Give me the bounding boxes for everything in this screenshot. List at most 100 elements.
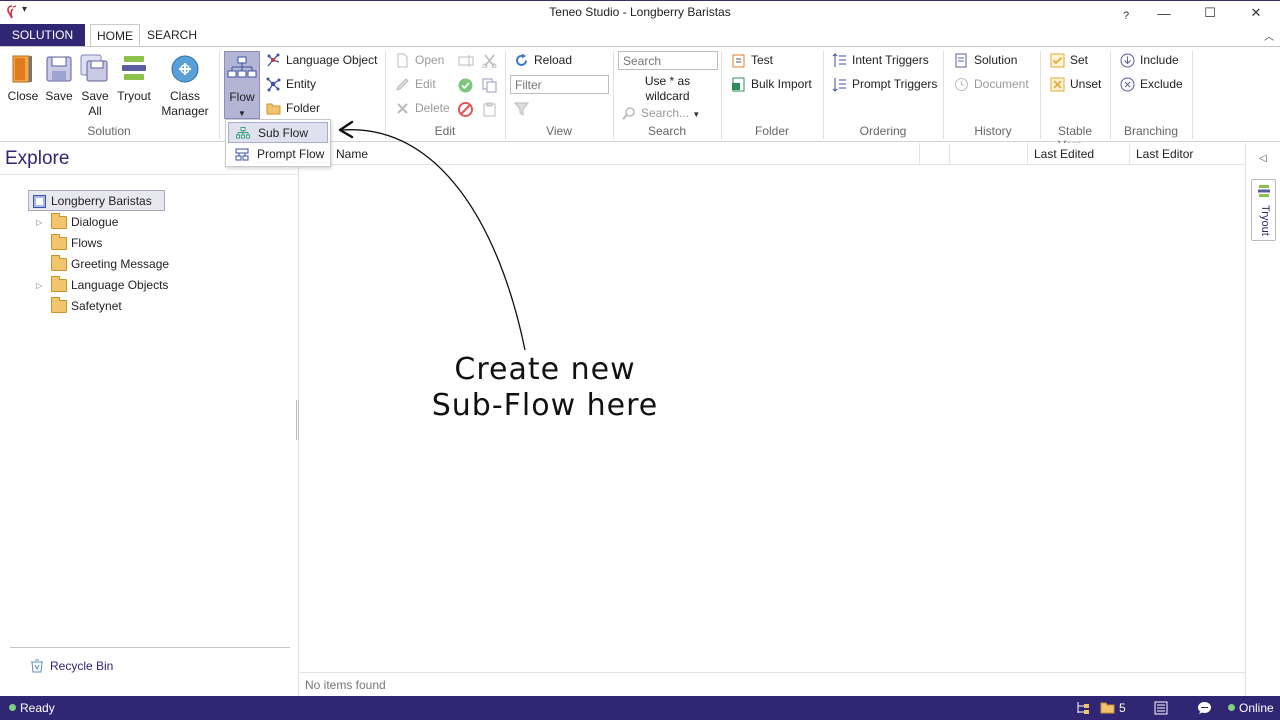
menu-item-sub-flow[interactable]: Sub Flow [228,122,328,143]
tree-item-label: Greeting Message [71,257,170,271]
bulk-import-button[interactable]: Bulk Import [731,74,812,94]
column-header-last-editor[interactable]: Last Editor [1130,143,1244,165]
expand-arrow-icon[interactable]: ▷ [36,212,42,233]
include-icon [1120,53,1135,68]
chat-icon[interactable] [1197,701,1212,715]
entity-button[interactable]: Entity [266,74,316,94]
column-header-blank-3[interactable] [950,143,1028,165]
panel-splitter[interactable] [296,400,299,440]
include-label: Include [1140,53,1179,67]
cut-icon[interactable] [482,54,498,68]
test-clipboard-icon [732,54,745,68]
wildcard-line-2: wildcard [645,89,690,103]
tree-structure-icon[interactable] [1075,700,1091,716]
menu-item-prompt-flow[interactable]: Prompt Flow [228,144,328,165]
flow-button[interactable]: Flow ▼ [224,51,260,119]
close-window-button[interactable]: ✕ [1233,1,1279,25]
save-all-icon [79,53,111,85]
open-label: Open [415,53,445,67]
annotation-line-1: Create new [454,352,636,387]
tree-item-language-objects[interactable]: ▷ Language Objects [36,275,256,296]
tryout-icon [118,53,150,85]
recycle-bin-button[interactable]: Recycle Bin [30,657,113,675]
set-stable-button[interactable]: Set [1050,50,1088,70]
folder-icon [266,103,281,115]
delete-x-icon [397,103,408,114]
tab-solution[interactable]: SOLUTION [0,24,85,46]
paste-icon[interactable] [482,102,497,117]
open-button[interactable]: Open [395,50,444,70]
search-dropdown-button[interactable]: Search... ▼ [621,104,700,122]
bulk-import-label: Bulk Import [751,77,812,91]
edit-button[interactable]: Edit [395,74,436,94]
save-all-button[interactable]: Save All [78,53,112,119]
document-history-label: Document [974,77,1029,91]
include-button[interactable]: Include [1120,50,1179,70]
ribbon-separator [219,51,220,139]
close-solution-button[interactable]: Close [6,53,40,104]
tree-item-dialogue[interactable]: ▷ Dialogue [36,212,236,233]
solution-history-button[interactable]: Solution [954,50,1017,70]
intent-triggers-button[interactable]: Intent Triggers [832,50,929,70]
column-header-blank-1[interactable] [890,143,920,165]
save-button[interactable]: Save [43,53,75,104]
new-folder-button[interactable]: Folder [266,98,320,118]
document-history-button[interactable]: Document [954,74,1029,94]
test-button[interactable]: Test [731,50,773,70]
tree-item-label: Language Objects [71,278,169,292]
status-online: Online [1239,701,1274,715]
exclude-button[interactable]: Exclude [1120,74,1183,94]
collapse-left-icon[interactable]: ◁ [1259,153,1267,164]
tree-root-solution[interactable]: Longberry Baristas [28,190,165,211]
reject-icon[interactable] [458,102,473,117]
door-icon [7,53,39,85]
tryout-button[interactable]: Tryout [115,53,153,104]
explore-panel: Explore Longberry Baristas ▷ Dialogue Fl… [0,143,299,696]
tab-search[interactable]: SEARCH [141,24,203,46]
wildcard-hint: Use * as wildcard [620,74,715,104]
save-all-label-2: All [88,104,102,118]
rename-icon[interactable] [458,54,474,68]
folder-icon [51,255,67,271]
filter-input[interactable] [510,75,609,94]
copy-icon[interactable] [482,78,497,93]
annotation-text: Create new Sub-Flow here [420,352,670,424]
tree-item-flows[interactable]: Flows [36,233,236,254]
bulk-import-icon [732,77,745,92]
exclude-icon [1120,77,1135,92]
tree-item-greeting-message[interactable]: Greeting Message [36,254,256,275]
sub-flow-label: Sub Flow [258,126,309,140]
search-input[interactable] [618,51,718,70]
group-label-solution: Solution [87,124,131,138]
approve-check-icon[interactable] [458,78,473,93]
entity-icon [266,77,281,92]
tree-item-label: Dialogue [71,215,119,229]
tree-item-safetynet[interactable]: Safetynet [36,296,236,317]
collapse-ribbon-icon[interactable]: ︿ [1264,28,1274,43]
expand-arrow-icon[interactable]: ▷ [36,275,42,296]
delete-button[interactable]: Delete [395,98,450,118]
minimize-button[interactable]: — [1141,1,1187,25]
document-status-icon[interactable] [1154,701,1168,715]
filter-funnel-icon[interactable] [514,101,530,117]
intent-triggers-icon [832,53,846,67]
column-header-blank-2[interactable] [920,143,950,165]
language-object-button[interactable]: Language Object [266,50,377,70]
annotation-arrow [338,120,526,351]
reload-icon [516,53,527,66]
annotation-line-2: Sub-Flow here [431,388,659,423]
unset-stable-button[interactable]: Unset [1050,74,1101,94]
save-label: Save [45,89,73,103]
reload-button[interactable]: Reload [514,50,572,70]
folder-icon [51,297,67,313]
solution-icon [33,195,46,208]
prompt-triggers-button[interactable]: Prompt Triggers [832,74,937,94]
open-document-icon [397,53,408,68]
class-manager-button[interactable]: Class Manager [159,53,211,119]
tryout-side-tab[interactable]: Tryout [1251,179,1276,241]
maximize-button[interactable]: ☐ [1187,1,1233,25]
tab-home[interactable]: HOME [90,24,140,47]
prompt-flow-label: Prompt Flow [257,147,325,161]
flow-label: Flow [229,90,255,104]
column-header-last-edited[interactable]: Last Edited [1028,143,1130,165]
